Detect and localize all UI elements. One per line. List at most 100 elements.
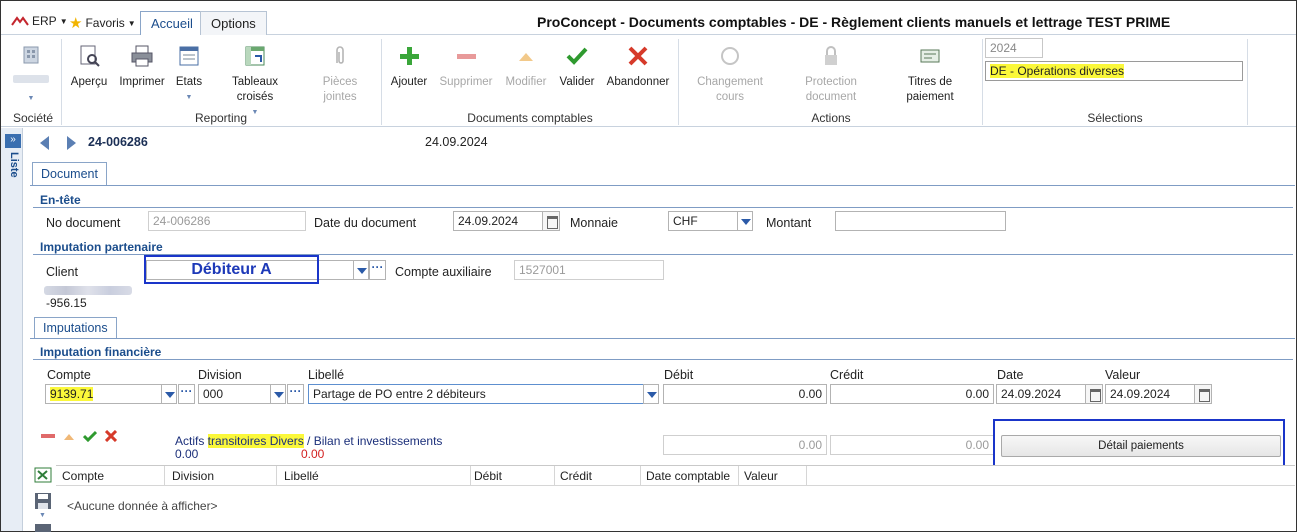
debit-field[interactable]: 0.00 — [663, 384, 827, 404]
journal-field[interactable]: DE - Opérations diverses — [985, 61, 1243, 81]
compte-field[interactable]: 9139.71 — [45, 384, 163, 404]
grid-col-separator — [640, 466, 641, 486]
client-lookup-button[interactable]: ··· — [369, 260, 386, 280]
protection-document-button[interactable]: Protection document — [797, 43, 865, 105]
grid-col-debit[interactable]: Débit — [474, 469, 502, 483]
chevron-down-icon: ▼ — [59, 16, 68, 26]
previous-record-icon[interactable] — [40, 136, 49, 150]
section-title-imputation-financiere: Imputation financière — [40, 345, 162, 359]
titres-label-l2: paiement — [906, 91, 954, 103]
year-field[interactable]: 2024 — [985, 38, 1043, 58]
client-dropdown-icon[interactable] — [353, 260, 369, 280]
tab-imputations[interactable]: Imputations — [34, 317, 117, 339]
date-document-field[interactable]: 24.09.2024 — [453, 211, 543, 231]
tab-options[interactable]: Options — [200, 11, 267, 35]
valider-button[interactable]: Valider — [557, 43, 597, 90]
minus-icon[interactable] — [41, 431, 55, 441]
grid-col-credit[interactable]: Crédit — [560, 469, 592, 483]
grid-header: Compte Division Libellé Débit Crédit Dat… — [56, 465, 1295, 486]
compte-label: Compte — [47, 368, 91, 382]
abandonner-button[interactable]: Abandonner — [605, 43, 671, 90]
grid-col-compte[interactable]: Compte — [62, 469, 104, 483]
grid-col-separator — [470, 466, 471, 486]
excel-export-icon[interactable] — [34, 467, 52, 483]
societe-button[interactable]: ▼ — [11, 43, 51, 106]
monnaie-field[interactable]: CHF — [668, 211, 738, 231]
checkmark-icon[interactable] — [83, 430, 97, 442]
calendar-icon[interactable] — [542, 211, 560, 231]
sidebar-expand-button[interactable]: » — [5, 134, 21, 148]
compte-dropdown-icon[interactable] — [161, 384, 177, 404]
supprimer-button[interactable]: Supprimer — [437, 43, 495, 90]
grid-col-division[interactable]: Division — [172, 469, 214, 483]
group-label-documents: Documents comptables — [467, 111, 593, 125]
valeur-field[interactable]: 24.09.2024 — [1105, 384, 1195, 404]
favoris-menu[interactable]: ★ Favoris ▼ — [69, 14, 136, 32]
libelle-dropdown-icon[interactable] — [643, 384, 659, 404]
changement-cours-button[interactable]: Changement cours — [691, 43, 769, 105]
supprimer-label: Supprimer — [439, 76, 493, 88]
section-title-entete: En-tête — [40, 193, 81, 207]
sidebar-list-label[interactable]: Liste — [4, 152, 20, 178]
tab-underline — [30, 185, 1295, 186]
account-desc-post: / Bilan et investissements — [303, 434, 443, 448]
date-field[interactable]: 24.09.2024 — [996, 384, 1086, 404]
tab-document[interactable]: Document — [32, 162, 107, 185]
montant-field[interactable] — [835, 211, 1006, 231]
compte-lookup-button[interactable]: ··· — [178, 384, 195, 404]
total-debit: 0.00 — [175, 447, 199, 461]
changement-label-l2: cours — [715, 91, 745, 103]
division-dropdown-icon[interactable] — [270, 384, 286, 404]
plus-icon — [400, 47, 419, 65]
compte-field-value: 9139.71 — [50, 387, 94, 401]
imprimer-button[interactable]: Imprimer — [115, 43, 169, 90]
total-credit: 0.00 — [301, 447, 325, 461]
tab-accueil[interactable]: Accueil — [140, 11, 204, 36]
detail-callout-box — [993, 419, 1285, 468]
save-icon[interactable] — [34, 492, 52, 510]
pieces-jointes-button[interactable]: Pièces jointes — [313, 43, 367, 105]
grid-col-libelle[interactable]: Libellé — [284, 469, 319, 483]
grid-col-separator — [554, 466, 555, 486]
libelle-label: Libellé — [308, 368, 345, 382]
calendar-icon[interactable] — [1085, 384, 1103, 404]
monnaie-dropdown-icon[interactable] — [737, 211, 753, 231]
division-field[interactable]: 000 — [198, 384, 272, 404]
line-toolbar — [41, 430, 117, 442]
account-desc-highlight: transitoires Divers — [207, 434, 304, 448]
erp-menu[interactable]: ERP ▼ — [11, 14, 68, 28]
list-sidebar — [1, 128, 23, 531]
chevron-down-icon[interactable]: ▼ — [39, 512, 46, 519]
credit-field[interactable]: 0.00 — [830, 384, 994, 404]
division-lookup-button[interactable]: ··· — [287, 384, 304, 404]
grid-col-valeur[interactable]: Valeur — [744, 469, 778, 483]
grid-col-separator — [164, 466, 165, 486]
client-balance: -956.15 — [46, 296, 87, 310]
calendar-icon[interactable] — [1194, 384, 1212, 404]
modify-icon[interactable] — [63, 431, 75, 441]
ribbon-separator — [61, 39, 62, 125]
no-document-field[interactable]: 24-006286 — [148, 211, 306, 231]
modifier-button[interactable]: Modifier — [501, 43, 551, 90]
tableaux-label: Tableaux croisés — [231, 76, 279, 103]
grid-tool-icon[interactable] — [35, 524, 51, 532]
valeur-label: Valeur — [1105, 368, 1141, 382]
compte-auxiliaire-field[interactable]: 1527001 — [514, 260, 664, 280]
modifier-label: Modifier — [505, 76, 547, 88]
libelle-field[interactable]: Partage de PO entre 2 débiteurs — [308, 384, 644, 404]
group-label-reporting: Reporting — [194, 111, 248, 125]
report-icon — [179, 46, 199, 66]
ajouter-button[interactable]: Ajouter — [387, 43, 431, 90]
printer-icon — [131, 45, 153, 67]
next-record-icon[interactable] — [67, 136, 76, 150]
paperclip-icon — [336, 46, 344, 64]
etats-button[interactable]: Etats ▼ — [171, 43, 207, 105]
tableaux-croises-button[interactable]: Tableaux croisés ▼ — [213, 43, 297, 120]
titres-paiement-button[interactable]: Titres de paiement — [899, 43, 961, 105]
grid-col-date-comptable[interactable]: Date comptable — [646, 469, 730, 483]
sum-credit-field: 0.00 — [830, 435, 994, 455]
abandonner-label: Abandonner — [606, 76, 670, 88]
protection-label-l2: document — [805, 91, 857, 103]
apercu-button[interactable]: Aperçu — [65, 43, 113, 90]
cross-icon[interactable] — [105, 430, 117, 442]
